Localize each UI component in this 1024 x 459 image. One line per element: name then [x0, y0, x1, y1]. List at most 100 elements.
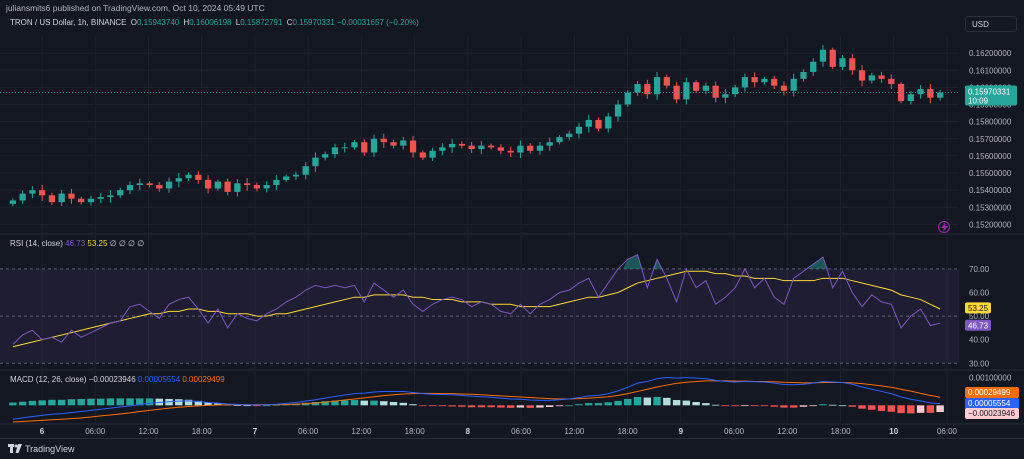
candle-body: [653, 77, 661, 95]
candle-body: [819, 49, 827, 62]
candle-body: [761, 78, 768, 83]
macd-histogram-bar: [633, 397, 642, 406]
macd-histogram-bar: [360, 400, 368, 406]
macd-histogram-bar: [555, 405, 564, 407]
candle-body: [634, 83, 641, 93]
candle-body: [78, 198, 85, 203]
macd-histogram-bar: [18, 401, 27, 406]
rsi-band-background: [0, 268, 959, 364]
candle-body: [29, 190, 36, 194]
candle-body: [370, 138, 378, 153]
candle-body: [790, 78, 797, 91]
tradingview-logo-icon: [8, 444, 22, 453]
candle-body: [741, 77, 749, 88]
candle-body: [224, 181, 231, 192]
macd-histogram-bar: [624, 398, 632, 406]
price-axis-label: 0.15800000: [969, 118, 1012, 127]
candle-body: [663, 77, 670, 86]
macd-histogram-bar: [770, 405, 778, 407]
rsi-axis-label: 40.00: [969, 336, 990, 345]
candle-body: [839, 58, 846, 67]
rsi-value: 46.73: [65, 239, 86, 248]
chart-canvas[interactable]: 6 06:00 12:00 18:00 7 06:00 12:00 18:00 8 06:00 12…: [0, 0, 1024, 459]
time-axis-label: 12:00: [138, 427, 159, 436]
rsi-axis-label: 30.00: [969, 359, 990, 368]
macd-histogram-bar: [48, 399, 56, 406]
macd-histogram-bar: [516, 405, 525, 408]
macd-histogram-bar: [858, 405, 866, 409]
grid-lines: [0, 36, 1024, 425]
macd-histogram-bar: [409, 404, 417, 406]
candle-body: [146, 183, 153, 186]
rsi-ma-value: 53.25: [87, 239, 108, 248]
macd-histogram-bar: [175, 399, 183, 406]
macd-histogram-bar: [741, 405, 749, 407]
macd-badge-label: 0.00005554: [968, 399, 1011, 408]
time-axis-label: 8: [466, 427, 471, 436]
candle-body: [497, 147, 505, 151]
time-axis-label: 18:00: [405, 427, 426, 436]
rsi-title: RSI (14, close): [10, 239, 63, 248]
macd-histogram-bar: [819, 404, 827, 406]
countdown-label: 10:09: [968, 96, 989, 105]
candle-body: [536, 145, 544, 151]
candle-body: [87, 198, 95, 203]
candle-body: [683, 82, 690, 100]
macd-histogram-bar: [887, 405, 896, 412]
candle-body: [546, 142, 553, 146]
macd-histogram-bar: [663, 397, 671, 406]
time-axis-label: 06:00: [85, 427, 106, 436]
candle-body: [448, 143, 456, 148]
macd-line-value: 0.00005554: [137, 375, 181, 384]
candle-body: [214, 181, 221, 189]
candle-body: [907, 94, 914, 102]
candle-body: [117, 190, 124, 196]
macd-axis-label: 0.00100000: [969, 374, 1012, 383]
candle-body: [292, 174, 300, 177]
candle-body: [9, 200, 17, 204]
lightning-icon[interactable]: [938, 221, 950, 233]
rsi-badge-label: 46.73: [968, 321, 989, 330]
candle-body: [595, 119, 602, 129]
candle-body: [244, 183, 251, 186]
price-axis-label: 0.15700000: [969, 135, 1012, 144]
candle-body: [390, 142, 397, 146]
candle-body: [361, 142, 368, 153]
price-axis-label: 0.15500000: [969, 169, 1012, 178]
macd-histogram-bar: [682, 400, 691, 406]
candle-body: [751, 77, 758, 83]
brand-name: TradingView: [25, 444, 75, 454]
macd-histogram-bar: [67, 399, 76, 406]
macd-histogram-bar: [780, 405, 788, 408]
rsi-axis-label: 60.00: [969, 288, 990, 297]
candle-body: [878, 75, 885, 79]
macd-histogram-bar: [790, 405, 798, 408]
macd-histogram-bar: [526, 405, 534, 408]
candle-body: [888, 78, 895, 84]
macd-histogram-bar: [262, 405, 271, 407]
candle-body: [566, 133, 573, 138]
time-axis-label: 18:00: [831, 427, 852, 436]
macd-histogram-bar: [868, 405, 876, 410]
candle-body: [97, 197, 104, 199]
macd-histogram-bar: [487, 405, 495, 408]
macd-histogram-bar: [428, 405, 437, 407]
candle-body: [927, 89, 934, 98]
macd-histogram-bar: [389, 402, 398, 406]
macd-histogram-bar: [614, 400, 622, 406]
macd-histogram-bar: [380, 401, 388, 406]
macd-histogram-bar: [145, 398, 154, 406]
macd-histogram-bar: [77, 398, 85, 406]
time-axis-label: 18:00: [192, 427, 213, 436]
macd-histogram-bar: [350, 400, 359, 406]
candle-body: [917, 89, 924, 95]
macd-histogram-bar: [477, 405, 486, 408]
macd-histogram-bar: [126, 398, 134, 406]
candle-body: [771, 78, 778, 86]
candle-body: [380, 138, 387, 143]
candle-body: [868, 75, 875, 81]
time-axis-label: 12:00: [564, 427, 585, 436]
tradingview-logo[interactable]: TradingView: [8, 444, 75, 454]
candle-body: [165, 181, 173, 189]
candle-body: [253, 185, 261, 189]
